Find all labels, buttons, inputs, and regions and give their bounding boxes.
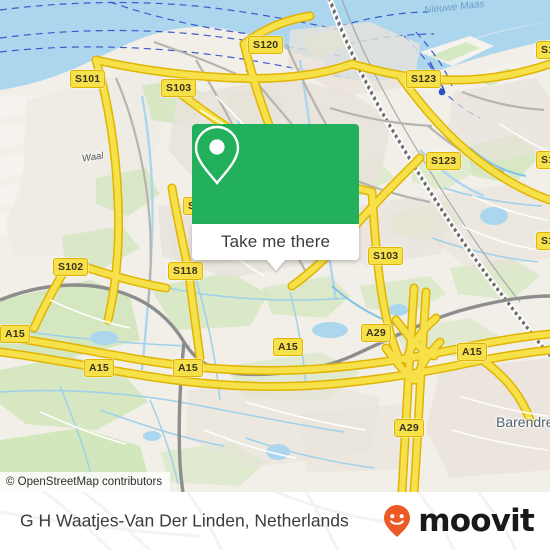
road-shield-a29-south[interactable]: A29 xyxy=(394,419,424,437)
callout-label: Take me there xyxy=(220,232,331,251)
road-shield-s123[interactable]: S123 xyxy=(406,70,442,88)
page-title: G H Waatjes-Van Der Linden, Netherlands xyxy=(20,510,349,531)
moovit-logo[interactable]: moovit xyxy=(379,502,535,539)
callout-pointer xyxy=(266,260,285,271)
road-shield-a15-left[interactable]: A15 xyxy=(84,359,114,377)
take-me-there-callout[interactable]: Take me there xyxy=(192,124,359,271)
road-shield-a15-mid[interactable]: A15 xyxy=(273,338,303,356)
callout-action-bar[interactable]: Take me there xyxy=(192,224,359,260)
road-shield-a15-center[interactable]: A15 xyxy=(173,359,203,377)
road-shield-a15-west[interactable]: A15 xyxy=(0,325,30,343)
callout-icon-panel xyxy=(192,124,359,224)
road-shield-a15-east[interactable]: A15 xyxy=(457,343,487,361)
road-shield-s123-mid[interactable]: S123 xyxy=(426,152,462,170)
footer-bar: G H Waatjes-Van Der Linden, Netherlands … xyxy=(0,492,550,550)
osm-attribution[interactable]: © OpenStreetMap contributors xyxy=(0,472,171,492)
road-shield-s102[interactable]: S102 xyxy=(53,258,89,276)
moovit-smiley-pin-icon xyxy=(384,505,411,537)
road-shield-s1-edge-mid[interactable]: S1 xyxy=(536,151,550,169)
road-shield-a29-north[interactable]: A29 xyxy=(361,324,391,342)
place-label-barendrecht: Barendrecht xyxy=(496,414,550,430)
road-shield-s103[interactable]: S103 xyxy=(161,79,197,97)
road-shield-s1-edge-top[interactable]: S1 xyxy=(536,41,550,59)
road-shield-s103-right[interactable]: S103 xyxy=(368,247,404,265)
road-shield-s120[interactable]: S120 xyxy=(248,36,284,54)
map-canvas[interactable]: Nieuwe Maas Waal Barendrecht S120 S101 S… xyxy=(0,0,550,492)
road-shield-s101[interactable]: S101 xyxy=(70,70,106,88)
road-shield-s1-edge-low[interactable]: S1 xyxy=(536,232,550,250)
map-pin-icon xyxy=(194,125,240,185)
moovit-wordmark: moovit xyxy=(418,502,535,539)
map-screenshot: Nieuwe Maas Waal Barendrecht S120 S101 S… xyxy=(0,0,550,550)
road-shield-s118[interactable]: S118 xyxy=(168,262,203,280)
